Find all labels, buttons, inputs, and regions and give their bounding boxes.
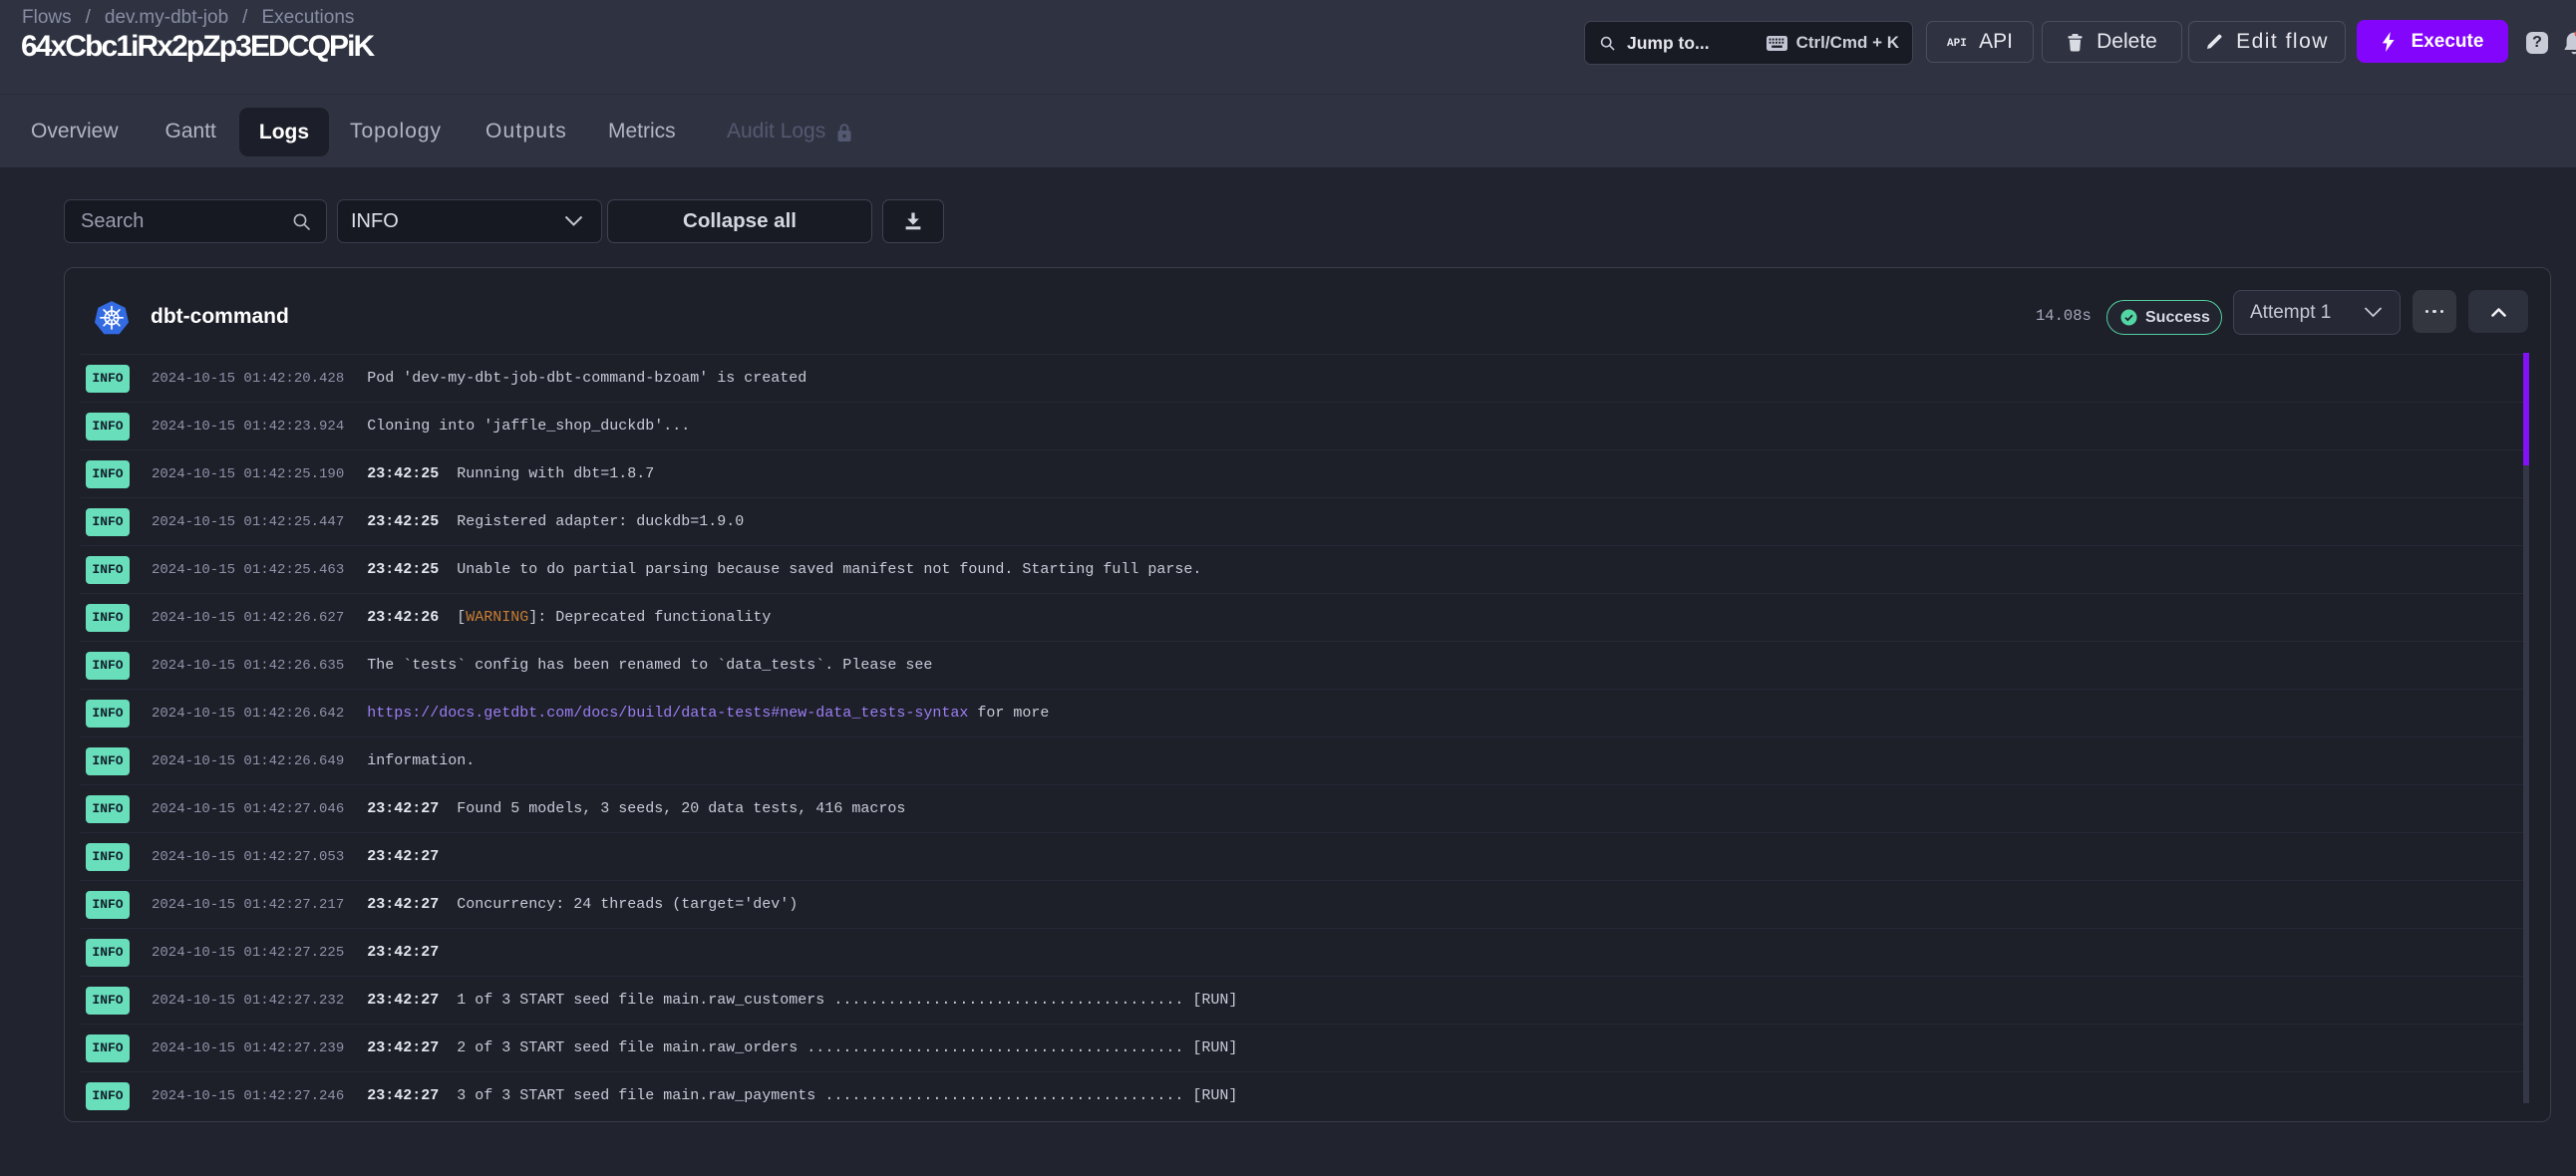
svg-text:API: API bbox=[1947, 38, 1967, 49]
